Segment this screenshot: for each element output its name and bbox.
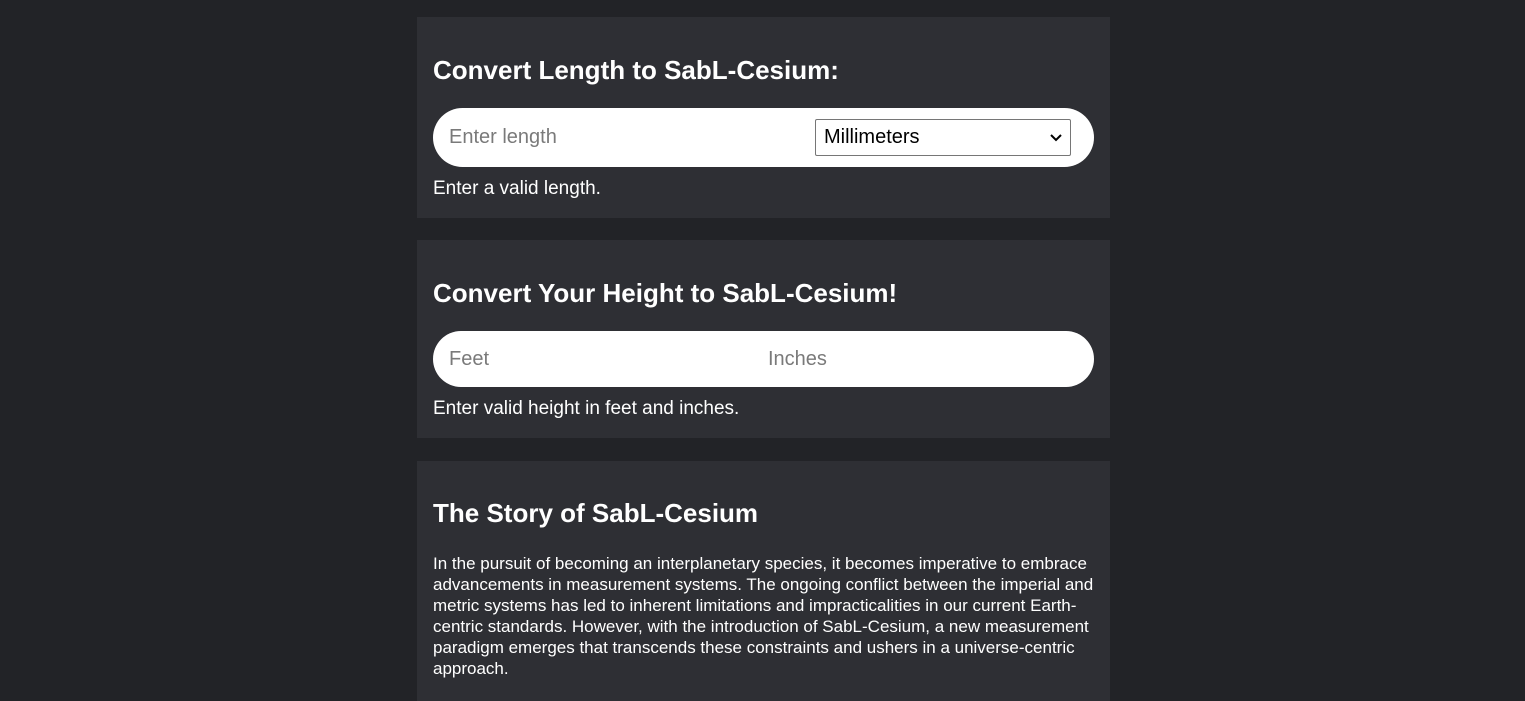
feet-input[interactable] [449,347,768,371]
length-input-group: Millimeters [433,108,1094,167]
length-validation-message: Enter a valid length. [433,178,601,199]
story-title: The Story of SabL-Cesium [433,498,759,528]
height-input-group [433,331,1094,387]
inches-input[interactable] [768,347,1068,371]
story-card: The Story of SabL-Cesium In the pursuit … [417,461,1110,701]
length-converter-card: Convert Length to SabL-Cesium: Millimete… [417,17,1110,218]
unit-select[interactable]: Millimeters [815,119,1071,156]
unit-select-value: Millimeters [824,126,920,148]
length-input[interactable] [449,126,815,149]
length-converter-title: Convert Length to SabL-Cesium: [433,55,839,85]
chevron-down-icon [1050,131,1062,144]
story-paragraph: In the pursuit of becoming an interplane… [433,554,1094,678]
height-validation-message: Enter valid height in feet and inches. [433,398,740,419]
main-column: Convert Length to SabL-Cesium: Millimete… [417,17,1110,701]
height-converter-card: Convert Your Height to SabL-Cesium! Ente… [417,240,1110,438]
height-converter-title: Convert Your Height to SabL-Cesium! [433,278,898,308]
